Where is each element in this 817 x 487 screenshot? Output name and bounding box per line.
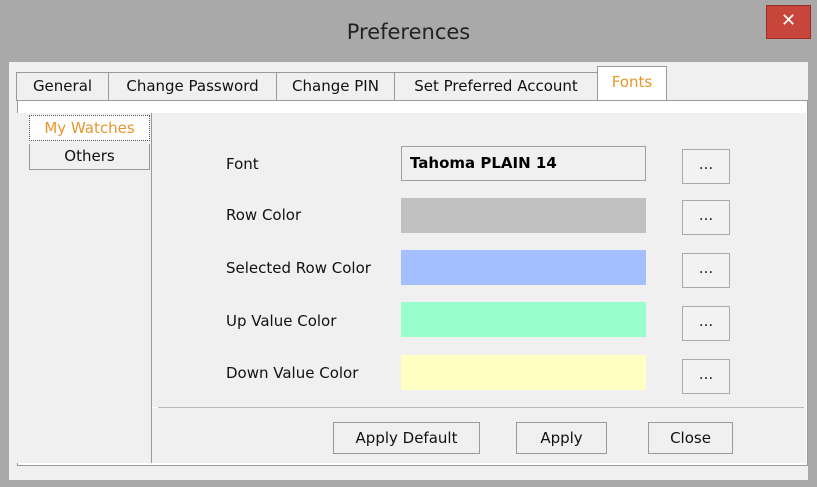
close-window-button[interactable]: ✕ bbox=[766, 5, 811, 39]
tab-set-preferred-account[interactable]: Set Preferred Account bbox=[394, 72, 598, 101]
sidetab-my-watches[interactable]: My Watches bbox=[29, 115, 150, 141]
close-button[interactable]: Close bbox=[648, 422, 733, 454]
font-chooser-button[interactable]: ... bbox=[682, 149, 730, 184]
down-value-color-button[interactable]: ... bbox=[682, 359, 730, 394]
tab-general[interactable]: General bbox=[16, 72, 109, 101]
font-label: Font bbox=[226, 155, 259, 173]
apply-button[interactable]: Apply bbox=[516, 422, 607, 454]
selected-row-color-button[interactable]: ... bbox=[682, 253, 730, 288]
font-value-field: Tahoma PLAIN 14 bbox=[401, 146, 646, 181]
down-value-color-swatch bbox=[401, 355, 646, 390]
apply-default-button[interactable]: Apply Default bbox=[333, 422, 480, 454]
tab-fonts[interactable]: Fonts bbox=[597, 66, 667, 101]
sidetab-others[interactable]: Others bbox=[29, 144, 150, 170]
row-color-button[interactable]: ... bbox=[682, 200, 730, 235]
window-title: Preferences bbox=[346, 20, 471, 44]
tab-change-pin[interactable]: Change PIN bbox=[276, 72, 395, 101]
selected-row-color-label: Selected Row Color bbox=[226, 259, 371, 277]
close-icon: ✕ bbox=[780, 10, 797, 31]
row-color-label: Row Color bbox=[226, 206, 302, 224]
down-value-color-label: Down Value Color bbox=[226, 364, 359, 382]
selected-row-color-swatch bbox=[401, 250, 646, 285]
up-value-color-label: Up Value Color bbox=[226, 312, 337, 330]
preferences-dialog: Preferences ✕ General Change Password Ch… bbox=[0, 0, 817, 487]
title-bar[interactable]: Preferences ✕ bbox=[0, 0, 817, 62]
up-value-color-swatch bbox=[401, 302, 646, 337]
up-value-color-button[interactable]: ... bbox=[682, 306, 730, 341]
tab-change-password[interactable]: Change Password bbox=[108, 72, 277, 101]
row-color-swatch bbox=[401, 198, 646, 233]
